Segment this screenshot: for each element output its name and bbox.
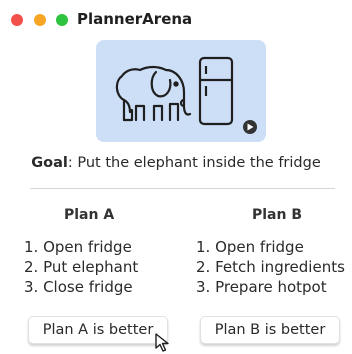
close-window-button[interactable] xyxy=(11,14,23,26)
goal-statement: Goal: Put the elephant inside the fridge xyxy=(0,155,352,171)
plan-a-steps: 1. Open fridge 2. Put elephant 3. Close … xyxy=(24,237,138,297)
maximize-window-button[interactable] xyxy=(56,14,68,26)
plan-b-steps: 1. Open fridge 2. Fetch ingredients 3. P… xyxy=(196,237,345,297)
minimize-window-button[interactable] xyxy=(34,14,46,26)
plan-b-better-button[interactable]: Plan B is better xyxy=(200,316,340,344)
plan-b-step: 3. Prepare hotpot xyxy=(196,278,327,296)
play-icon[interactable] xyxy=(243,120,257,134)
app-title: PlannerArena xyxy=(77,10,193,28)
plan-a-step: 3. Close fridge xyxy=(24,278,133,296)
plan-b-step: 2. Fetch ingredients xyxy=(196,258,345,276)
plan-a-title: Plan A xyxy=(64,207,115,223)
divider xyxy=(30,188,335,189)
mouse-cursor-icon xyxy=(155,333,169,352)
elephant-icon xyxy=(115,65,192,122)
hero-illustration xyxy=(96,40,266,142)
plan-a-better-button[interactable]: Plan A is better xyxy=(28,316,168,344)
goal-label: Goal xyxy=(31,155,68,171)
title-bar: PlannerArena xyxy=(0,0,352,40)
plan-a-step: 1. Open fridge xyxy=(24,238,132,256)
plan-b-step: 1. Open fridge xyxy=(196,238,304,256)
plan-b-title: Plan B xyxy=(252,207,303,223)
fridge-icon xyxy=(198,56,234,126)
plan-a-step: 2. Put elephant xyxy=(24,258,139,276)
goal-text: : Put the elephant inside the fridge xyxy=(67,155,321,171)
